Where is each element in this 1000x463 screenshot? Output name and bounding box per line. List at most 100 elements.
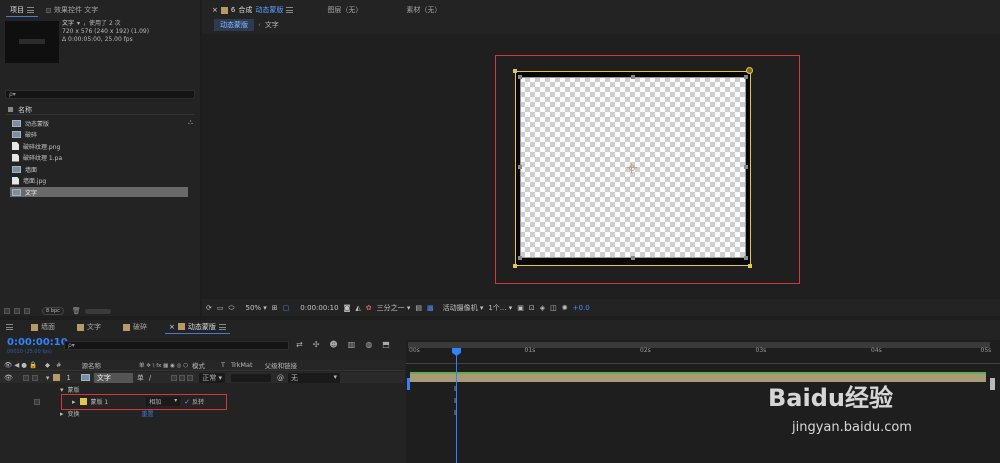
render-icon[interactable]: ◈ bbox=[540, 304, 545, 312]
exposure-icon[interactable]: ✺ bbox=[562, 304, 568, 312]
breadcrumb-item[interactable]: 文字 bbox=[265, 20, 279, 30]
layer-handle[interactable] bbox=[518, 75, 522, 79]
monitor-icon[interactable]: ▭ bbox=[217, 304, 224, 312]
timeline-tab[interactable]: 墙面 bbox=[27, 320, 59, 334]
switch-blend[interactable] bbox=[179, 374, 186, 381]
panel-menu-icon[interactable] bbox=[27, 6, 34, 13]
exposure-value[interactable]: +0.0 bbox=[573, 304, 590, 312]
keyframe-marker[interactable]: I bbox=[454, 385, 456, 393]
column-source-name[interactable]: 源名称 bbox=[81, 360, 101, 370]
layer-handle[interactable] bbox=[518, 165, 522, 169]
zoom-select[interactable]: 50% ▾ bbox=[245, 304, 266, 312]
timeline-tab[interactable]: 文字 bbox=[73, 320, 105, 334]
work-area-bar[interactable] bbox=[408, 342, 990, 348]
layer-duration-bar[interactable] bbox=[410, 372, 986, 382]
layer-handle[interactable] bbox=[518, 256, 522, 260]
color-channels-icon[interactable]: ✿ bbox=[366, 304, 372, 312]
layer-handle[interactable] bbox=[631, 256, 635, 260]
new-comp-icon[interactable] bbox=[24, 308, 30, 314]
layer-handle[interactable] bbox=[744, 256, 748, 260]
layer-row[interactable]: 👁 ▾ 1 文字 单 / 正常 ▾ @ 无 ▾ bbox=[0, 372, 405, 383]
solo-toggle[interactable] bbox=[22, 374, 29, 381]
eye-icon[interactable]: 👁 bbox=[4, 361, 12, 369]
lock-icon[interactable]: 🔒 bbox=[29, 361, 37, 369]
layer-handle[interactable] bbox=[744, 165, 748, 169]
switch-fx[interactable] bbox=[171, 374, 178, 381]
time-ruler[interactable] bbox=[406, 350, 1000, 364]
timeline-tab[interactable]: 破碎 bbox=[119, 320, 151, 334]
mask-visibility-icon[interactable]: ⬭ bbox=[229, 304, 235, 313]
current-timecode[interactable]: 0:00:00:10 bbox=[7, 337, 68, 348]
switch-quality[interactable]: / bbox=[149, 374, 151, 382]
trash-icon[interactable]: 🗑 bbox=[72, 307, 81, 315]
list-item[interactable]: 破碎纹理.png bbox=[10, 141, 188, 151]
column-mode[interactable]: 模式 bbox=[192, 360, 205, 370]
breadcrumb-item-active[interactable]: 动态蒙版 bbox=[214, 19, 254, 31]
close-icon[interactable]: × bbox=[169, 323, 175, 331]
always-preview-icon[interactable]: ⟳ bbox=[206, 304, 212, 312]
transform-row[interactable]: ▸ 变换 重置 bbox=[0, 408, 405, 419]
flowchart-icon[interactable]: ⛬ bbox=[188, 118, 193, 127]
tab-project[interactable]: 项目 bbox=[6, 3, 38, 17]
audio-icon[interactable]: ◀ bbox=[14, 361, 19, 369]
resolution-select[interactable]: 三分之一 ▾ bbox=[377, 303, 411, 313]
toggle-pixel-icon[interactable]: ▣ bbox=[517, 304, 524, 312]
playhead[interactable] bbox=[456, 348, 457, 463]
list-item[interactable]: 破碎纹理 1.pa bbox=[10, 153, 188, 163]
views-select[interactable]: 1个... ▾ bbox=[488, 303, 512, 313]
snapshot-icon[interactable]: ◙ bbox=[344, 304, 351, 312]
expand-arrow-icon[interactable]: ▸ bbox=[60, 410, 64, 418]
interpret-footage-icon[interactable] bbox=[4, 308, 10, 314]
layer-handle[interactable] bbox=[631, 75, 635, 79]
layer-name[interactable]: 文字 bbox=[93, 372, 133, 383]
mask-solo-toggle[interactable] bbox=[34, 398, 40, 405]
panel-menu-icon[interactable] bbox=[6, 324, 13, 330]
switch-shy[interactable]: 单 bbox=[137, 373, 144, 383]
timeline-search-input[interactable]: ρ▾ bbox=[64, 341, 289, 350]
transform-reset-link[interactable]: 重置 bbox=[142, 409, 154, 418]
keyframe-marker[interactable]: I bbox=[454, 409, 456, 417]
graph-editor-icon[interactable]: ⬒ bbox=[382, 340, 390, 349]
close-icon[interactable]: × bbox=[212, 6, 218, 14]
tab-layer-panel[interactable]: 图层（无） bbox=[323, 3, 366, 17]
3d-draft-icon[interactable]: ◫ bbox=[550, 304, 557, 312]
column-parent[interactable]: 父级和链接 bbox=[265, 360, 298, 370]
label-tag-icon[interactable]: ◆ bbox=[45, 361, 50, 369]
tab-effect-controls[interactable]: 效果控件 文字 bbox=[42, 3, 102, 17]
layer-label-swatch[interactable] bbox=[53, 374, 61, 381]
tab-footage-panel[interactable]: 素材（无） bbox=[402, 3, 445, 17]
anchor-point-icon[interactable] bbox=[627, 163, 637, 173]
show-snapshot-icon[interactable]: ◭ bbox=[355, 304, 360, 312]
lock-icon[interactable]: 6 bbox=[231, 6, 235, 14]
timeline-tab[interactable]: × 动态蒙版 bbox=[165, 320, 230, 334]
mask-vertex-handle[interactable] bbox=[513, 69, 517, 73]
region-of-interest-icon[interactable]: ▢ bbox=[283, 304, 290, 312]
camera-select[interactable]: 活动摄像机 ▾ bbox=[443, 303, 484, 313]
trkmat-select[interactable] bbox=[230, 373, 271, 382]
layer-handle[interactable] bbox=[744, 75, 748, 79]
list-item[interactable]: 动态蒙版 bbox=[10, 118, 188, 128]
eye-icon[interactable]: 👁 bbox=[4, 374, 13, 382]
tab-composition[interactable]: × 6 合成 动态蒙版 bbox=[208, 3, 297, 17]
expand-arrow-icon[interactable]: ▾ bbox=[60, 386, 64, 394]
work-area-start[interactable] bbox=[407, 378, 410, 390]
motion-blur-icon[interactable]: ◍ bbox=[365, 340, 372, 349]
shy-icon[interactable]: ☻ bbox=[329, 340, 337, 349]
project-column-header[interactable]: 名称 bbox=[5, 105, 195, 115]
frame-blending-icon[interactable]: ▥ bbox=[348, 340, 356, 349]
reset-exposure-icon[interactable]: ⊡ bbox=[529, 304, 535, 312]
list-item[interactable]: 破碎 bbox=[10, 130, 188, 140]
mask-vertex-handle[interactable] bbox=[513, 264, 517, 268]
project-search-input[interactable]: ρ▾ bbox=[5, 90, 195, 99]
current-time-display[interactable]: 0:00:00:10 bbox=[300, 304, 338, 312]
keyframe-marker[interactable]: I bbox=[454, 397, 456, 405]
list-item[interactable]: 墙面 bbox=[10, 164, 188, 174]
chevron-down-icon[interactable]: ▾ bbox=[77, 20, 80, 28]
expand-arrow-icon[interactable]: ▾ bbox=[46, 374, 50, 382]
fast-preview-icon[interactable]: ▤ bbox=[415, 304, 422, 312]
panel-menu-icon[interactable] bbox=[218, 323, 226, 330]
work-area-end[interactable] bbox=[990, 378, 995, 390]
switch-motion-blur[interactable] bbox=[187, 374, 194, 381]
list-item[interactable]: 文字 bbox=[10, 187, 188, 197]
composition-viewer[interactable] bbox=[202, 34, 1000, 299]
